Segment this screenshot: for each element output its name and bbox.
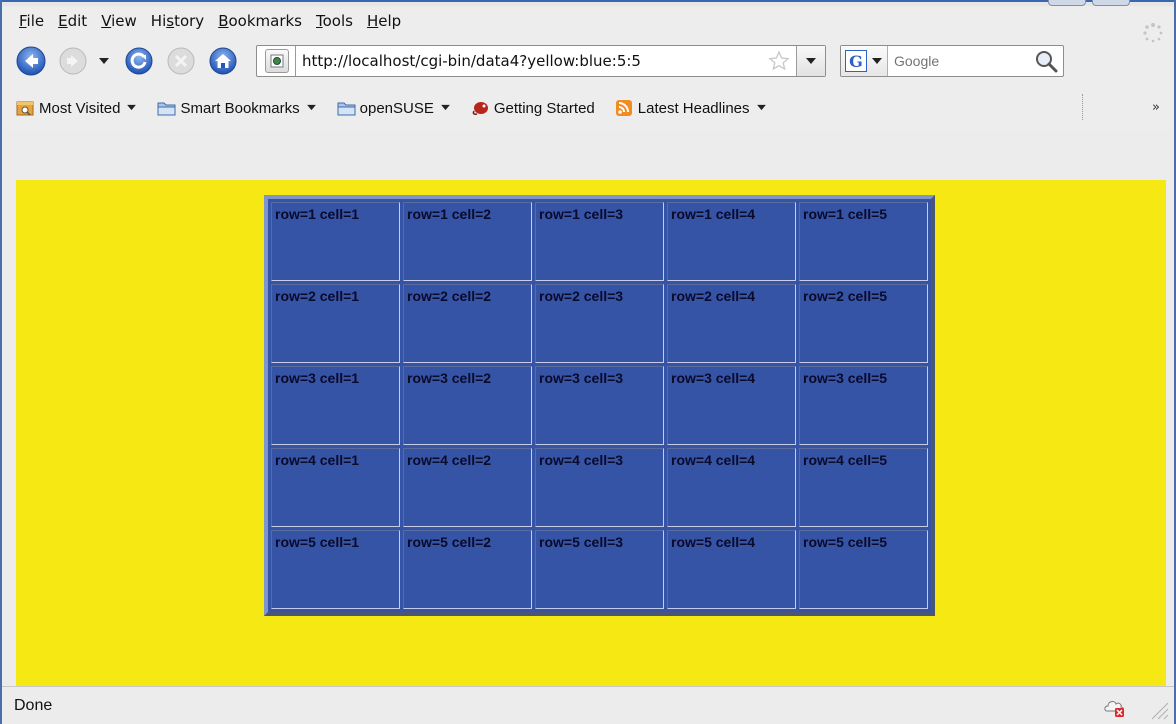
table-cell: row=2 cell=3: [535, 284, 664, 363]
chevron-down-icon: [756, 103, 767, 114]
back-button[interactable]: [16, 46, 46, 76]
table-cell: row=5 cell=1: [271, 530, 400, 609]
data-table: row=1 cell=1 row=1 cell=2 row=1 cell=3 row=…: [264, 195, 935, 616]
table-cell: row=1 cell=2: [403, 202, 532, 281]
throbber-icon: [1143, 23, 1163, 43]
status-text: Done: [14, 697, 53, 714]
bookmark-label: Smart Bookmarks: [180, 99, 300, 117]
table-cell: row=2 cell=1: [271, 284, 400, 363]
table-cell: row=5 cell=2: [403, 530, 532, 609]
url-history-dropdown[interactable]: [796, 46, 825, 76]
browser-window: File Edit View History Bookmarks Tools Help: [0, 0, 1176, 724]
bookmark-label: Most Visited: [39, 99, 121, 117]
navigation-toolbar: http://localhost/cgi-bin/data4?yellow:bl…: [2, 36, 1174, 86]
bookmark-star-icon[interactable]: [768, 50, 790, 72]
bookmark-label: Getting Started: [493, 99, 595, 117]
chevron-down-icon: [306, 103, 317, 114]
home-button[interactable]: [208, 46, 238, 76]
rss-icon: [615, 99, 635, 117]
back-arrow-icon: [16, 46, 46, 76]
table-cell: row=1 cell=4: [667, 202, 796, 281]
most-visited-icon: [16, 99, 36, 117]
window-minimize-button[interactable]: [1048, 0, 1086, 6]
reload-icon: [125, 47, 153, 75]
stop-button[interactable]: [166, 46, 196, 76]
table-row: row=1 cell=1 row=1 cell=2 row=1 cell=3 row=…: [271, 202, 928, 281]
table-cell: row=3 cell=1: [271, 366, 400, 445]
table-cell: row=3 cell=5: [799, 366, 928, 445]
table-cell: row=1 cell=3: [535, 202, 664, 281]
table-cell: row=3 cell=3: [535, 366, 664, 445]
table-cell: row=1 cell=1: [271, 202, 400, 281]
search-bar: G: [840, 45, 1064, 77]
table-cell: row=2 cell=5: [799, 284, 928, 363]
menu-bookmarks[interactable]: Bookmarks: [211, 12, 309, 30]
search-engine-button[interactable]: G: [841, 46, 888, 76]
bookmark-most-visited[interactable]: Most Visited: [16, 99, 137, 117]
table-cell: row=4 cell=4: [667, 448, 796, 527]
table-cell: row=4 cell=1: [271, 448, 400, 527]
search-input[interactable]: [888, 52, 1033, 70]
bookmark-latest-headlines[interactable]: Latest Headlines: [615, 99, 767, 117]
search-icon[interactable]: [1033, 48, 1059, 74]
chevron-down-icon: [99, 58, 109, 64]
menu-help[interactable]: Help: [360, 12, 408, 30]
bookmarks-toolbar: Most Visited Smart Bookmarks openSUSE Getti…: [2, 86, 1174, 130]
table-cell: row=2 cell=2: [403, 284, 532, 363]
chameleon-icon: [471, 99, 491, 117]
table-cell: row=4 cell=5: [799, 448, 928, 527]
table-cell: row=5 cell=3: [535, 530, 664, 609]
page-content: row=1 cell=1 row=1 cell=2 row=1 cell=3 row=…: [16, 180, 1166, 686]
stop-icon: [167, 47, 195, 75]
forward-button[interactable]: [58, 46, 88, 76]
chevron-down-icon: [126, 103, 137, 114]
chevron-down-icon: [440, 103, 451, 114]
google-icon: G: [845, 50, 867, 72]
menu-view[interactable]: View: [94, 12, 144, 30]
window-maximize-button[interactable]: [1092, 0, 1130, 6]
bookmark-label: Latest Headlines: [637, 99, 750, 117]
table-cell: row=5 cell=4: [667, 530, 796, 609]
menu-file[interactable]: File: [12, 12, 51, 30]
table-cell: row=4 cell=3: [535, 448, 664, 527]
table-cell: row=3 cell=4: [667, 366, 796, 445]
site-identity-icon[interactable]: [265, 49, 289, 73]
table-cell: row=3 cell=2: [403, 366, 532, 445]
table-row: row=4 cell=1 row=4 cell=2 row=4 cell=3 row=…: [271, 448, 928, 527]
folder-icon: [337, 99, 357, 117]
table-row: row=5 cell=1 row=5 cell=2 row=5 cell=3 row=…: [271, 530, 928, 609]
bookmark-opensuse[interactable]: openSUSE: [337, 99, 451, 117]
bookmarks-list: Most Visited Smart Bookmarks openSUSE Getti…: [16, 99, 787, 117]
table-cell: row=5 cell=5: [799, 530, 928, 609]
url-input[interactable]: http://localhost/cgi-bin/data4?yellow:bl…: [302, 52, 768, 70]
menu-history[interactable]: History: [144, 12, 211, 30]
menu-edit[interactable]: Edit: [51, 12, 94, 30]
history-dropdown-button[interactable]: [96, 46, 112, 76]
menu-bar: File Edit View History Bookmarks Tools Help: [2, 6, 1174, 36]
reload-button[interactable]: [124, 46, 154, 76]
table-cell: row=4 cell=2: [403, 448, 532, 527]
window-title-strip: [2, 0, 1174, 6]
bookmark-label: openSUSE: [359, 99, 434, 117]
url-divider: [295, 46, 296, 76]
bookmark-getting-started[interactable]: Getting Started: [471, 99, 595, 117]
chevron-down-icon: [806, 58, 816, 64]
folder-icon: [157, 99, 177, 117]
offline-status-icon[interactable]: [1102, 695, 1128, 719]
bookmarks-separator: [1082, 94, 1085, 120]
table-cell: row=2 cell=4: [667, 284, 796, 363]
url-bar[interactable]: http://localhost/cgi-bin/data4?yellow:bl…: [256, 45, 826, 77]
menu-tools[interactable]: Tools: [309, 12, 360, 30]
table-row: row=2 cell=1 row=2 cell=2 row=2 cell=3 row=…: [271, 284, 928, 363]
table-row: row=3 cell=1 row=3 cell=2 row=3 cell=3 row=…: [271, 366, 928, 445]
home-icon: [209, 47, 237, 75]
status-bar: Done: [2, 686, 1174, 724]
bookmark-smart-bookmarks[interactable]: Smart Bookmarks: [157, 99, 316, 117]
bookmarks-overflow-button[interactable]: »: [1152, 100, 1160, 115]
forward-arrow-icon: [59, 47, 87, 75]
table-cell: row=1 cell=5: [799, 202, 928, 281]
resize-grip-icon[interactable]: [1148, 699, 1170, 721]
chevron-down-icon: [872, 58, 882, 64]
